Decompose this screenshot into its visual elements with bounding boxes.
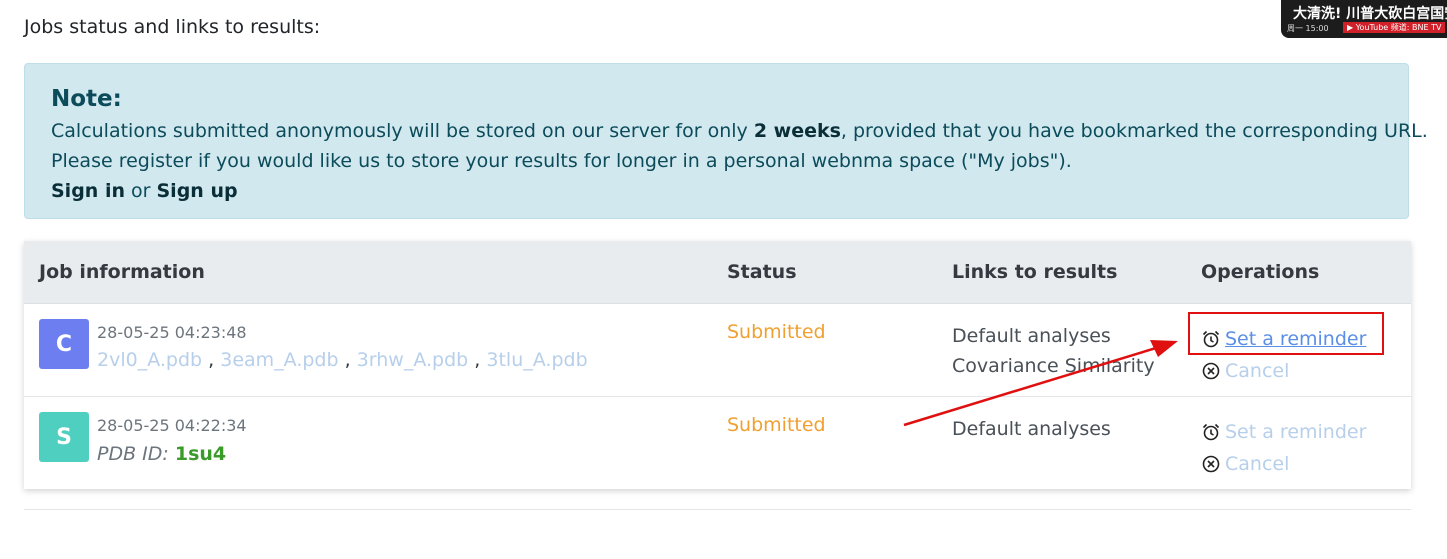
cancel-circle-icon bbox=[1202, 455, 1220, 473]
overlay-time: 周一 15:00 bbox=[1287, 24, 1329, 33]
video-overlay: 大清洗! 川普大砍白宫国安会 周一 15:00 ▶ YouTube 频道: BN… bbox=[1281, 0, 1447, 38]
note-line-1: Calculations submitted anonymously will … bbox=[51, 116, 1428, 146]
file-link[interactable]: 3eam_A.pdb bbox=[220, 349, 338, 371]
or-text: or bbox=[124, 180, 157, 202]
job-date: 28-05-25 04:23:48 bbox=[97, 323, 247, 342]
pdb-label: PDB ID: bbox=[97, 443, 169, 465]
alarm-clock-icon bbox=[1202, 423, 1220, 441]
note-retention-period: 2 weeks bbox=[753, 120, 841, 142]
cancel-circle-icon bbox=[1202, 362, 1220, 380]
default-analyses-link[interactable]: Default analyses bbox=[952, 321, 1155, 351]
cancel-label[interactable]: Cancel bbox=[1225, 355, 1289, 387]
job-status: Submitted bbox=[727, 414, 826, 436]
file-link[interactable]: 2vl0_A.pdb bbox=[97, 349, 202, 371]
cancel-button[interactable]: Cancel bbox=[1201, 355, 1366, 387]
operations: Set a reminder Cancel bbox=[1201, 416, 1366, 480]
note-title: Note: bbox=[51, 86, 122, 112]
note-line-2: Please register if you would like us to … bbox=[51, 150, 1072, 172]
file-separator: , bbox=[208, 349, 215, 371]
set-reminder-label[interactable]: Set a reminder bbox=[1225, 416, 1366, 448]
job-status: Submitted bbox=[727, 321, 826, 343]
cancel-button[interactable]: Cancel bbox=[1201, 448, 1366, 480]
note-line-1-pre: Calculations submitted anonymously will … bbox=[51, 120, 754, 142]
sign-in-link[interactable]: Sign in bbox=[51, 180, 125, 202]
overlay-title: 大清洗! 川普大砍白宫国安会 bbox=[1293, 6, 1447, 22]
note-box: Note: Calculations submitted anonymously… bbox=[24, 63, 1428, 219]
header-links-to-results: Links to results bbox=[952, 261, 1118, 283]
covariance-similarity-link[interactable]: Covariance Similarity bbox=[952, 351, 1155, 381]
table-header: Job information Status Links to results … bbox=[24, 241, 1411, 304]
header-operations: Operations bbox=[1201, 261, 1320, 283]
pdb-id: 1su4 bbox=[174, 443, 227, 465]
sign-up-link[interactable]: Sign up bbox=[157, 180, 238, 202]
annotation-highlight-box bbox=[1188, 312, 1384, 355]
file-separator: , bbox=[474, 349, 481, 371]
bottom-rule bbox=[24, 509, 1411, 510]
note-line-1-post: , provided that you have bookmarked the … bbox=[840, 120, 1428, 142]
avatar: S bbox=[39, 412, 89, 462]
auth-links: Sign in or Sign up bbox=[51, 176, 1382, 206]
job-files: 2vl0_A.pdb , 3eam_A.pdb , 3rhw_A.pdb , 3… bbox=[97, 349, 588, 371]
file-link[interactable]: 3rhw_A.pdb bbox=[357, 349, 469, 371]
header-status: Status bbox=[727, 261, 797, 283]
avatar: C bbox=[39, 319, 89, 369]
set-reminder-button[interactable]: Set a reminder bbox=[1201, 416, 1366, 448]
header-job-information: Job information bbox=[39, 261, 205, 283]
page-heading: Jobs status and links to results: bbox=[24, 16, 321, 38]
file-separator: , bbox=[344, 349, 351, 371]
overlay-tag: ▶ YouTube 频道: BNE TV bbox=[1343, 22, 1446, 33]
table-row: S 28-05-25 04:22:34 PDB ID: 1su4 Submitt… bbox=[24, 396, 1411, 489]
job-date: 28-05-25 04:22:34 bbox=[97, 416, 247, 435]
default-analyses-link[interactable]: Default analyses bbox=[952, 414, 1111, 444]
file-link[interactable]: 3tlu_A.pdb bbox=[486, 349, 587, 371]
cancel-label[interactable]: Cancel bbox=[1225, 448, 1289, 480]
pdb-line: PDB ID: 1su4 bbox=[97, 443, 226, 465]
result-links: Default analyses bbox=[952, 414, 1111, 444]
jobs-table: Job information Status Links to results … bbox=[24, 241, 1411, 489]
result-links: Default analyses Covariance Similarity bbox=[952, 321, 1155, 381]
